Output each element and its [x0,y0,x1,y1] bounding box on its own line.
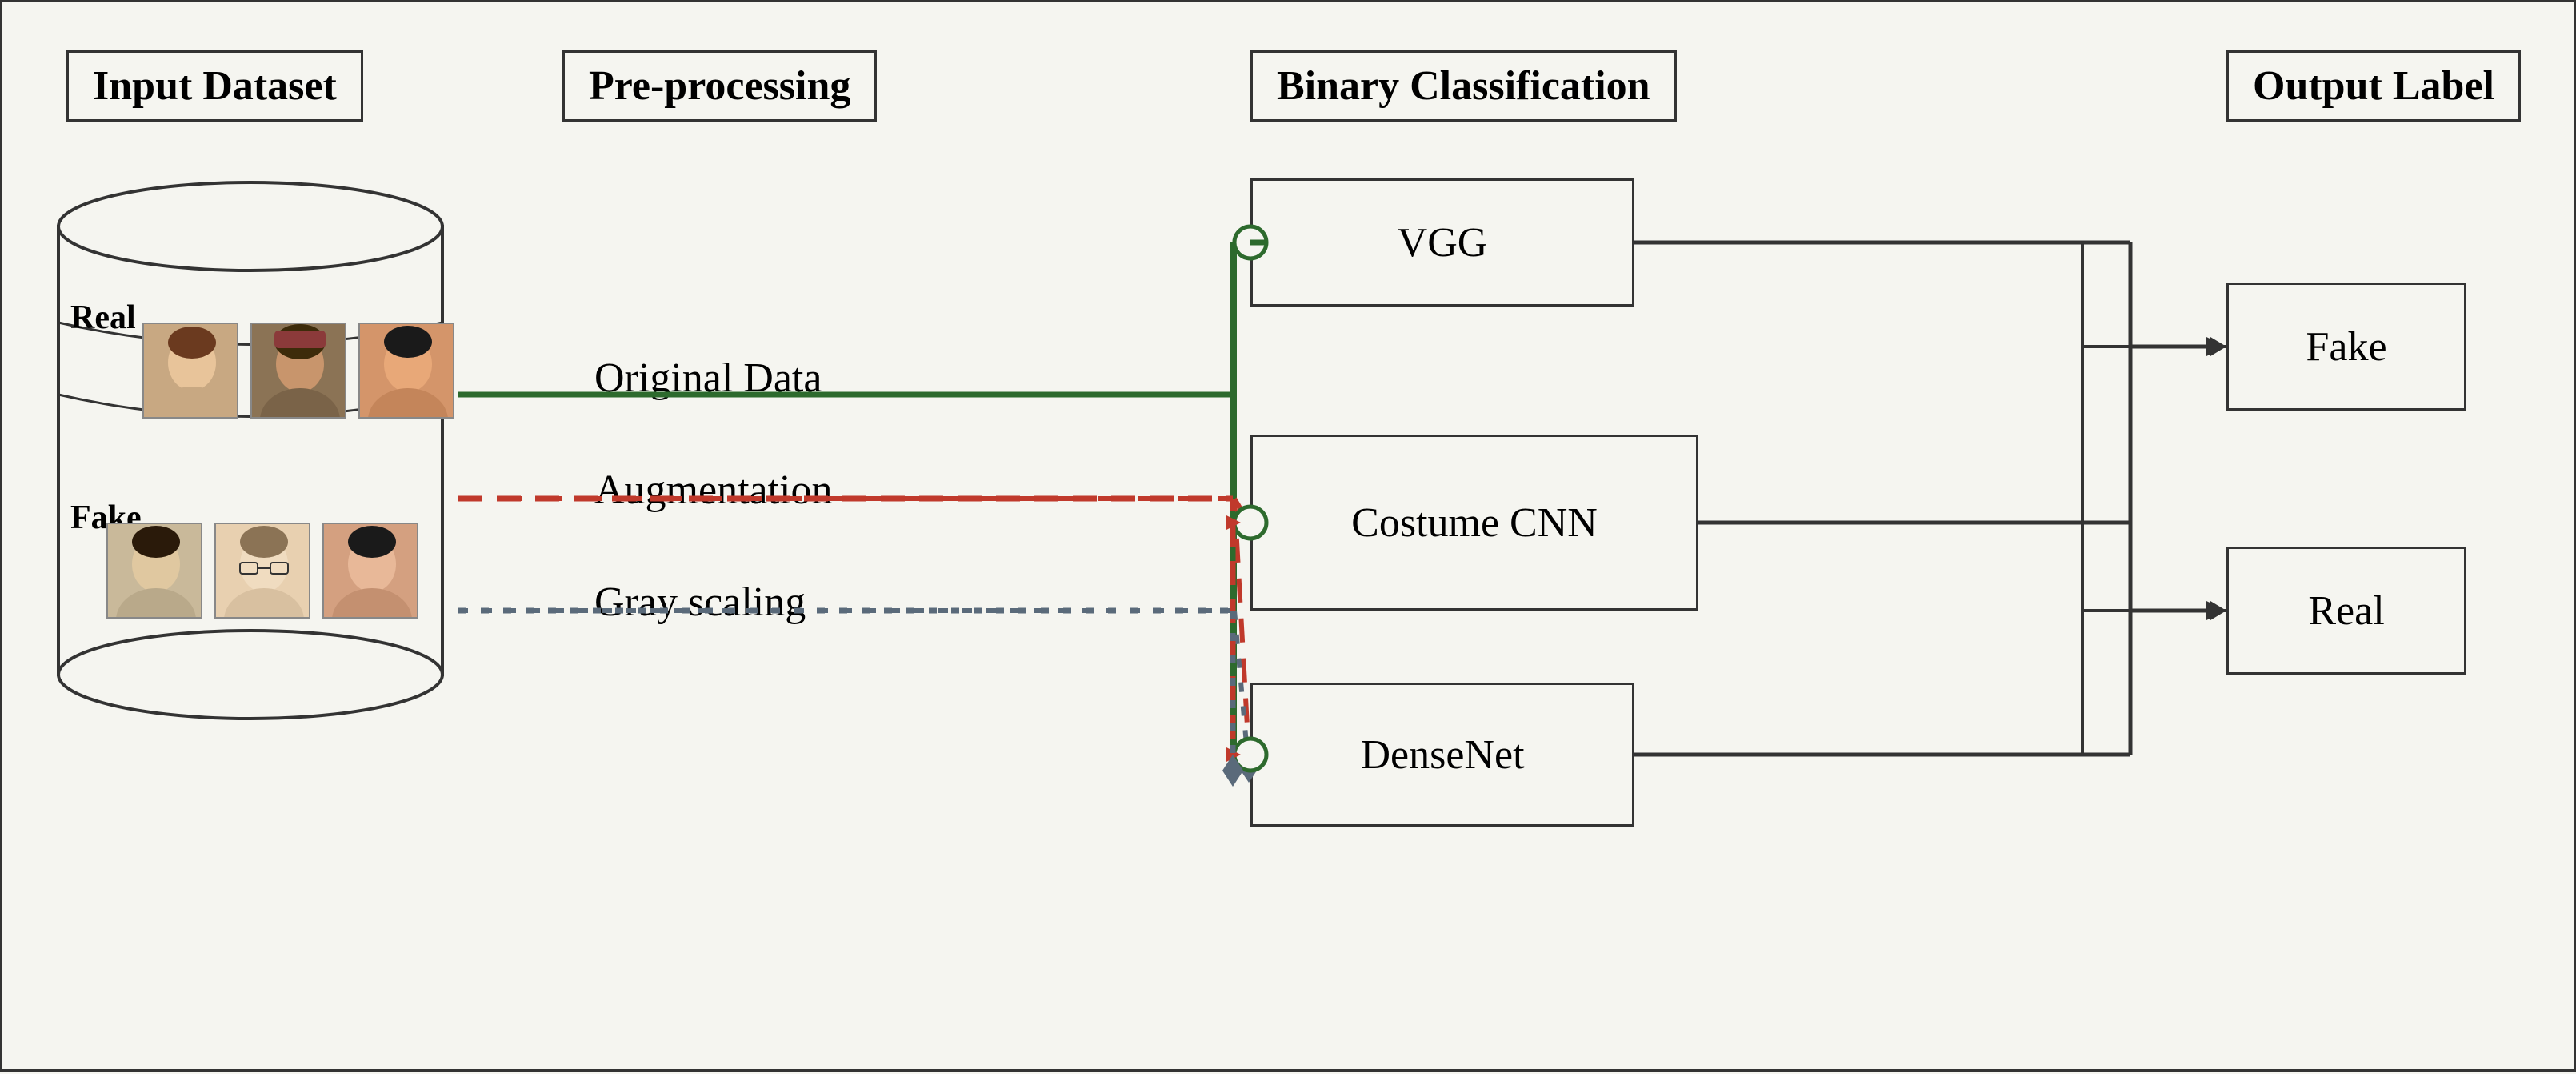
header-preprocessing: Pre-processing [562,50,877,122]
face-fake-3 [322,523,418,619]
face-fake-2 [214,523,310,619]
densenet-box: DenseNet [1250,683,1634,827]
face-real-3 [358,323,454,419]
face-fake-1 [106,523,202,619]
face-real-2 [250,323,346,419]
vgg-box: VGG [1250,178,1634,307]
augmentation-label: Augmentation [594,467,833,514]
face-real-1 [142,323,238,419]
diagram-container: Input Dataset Pre-processing Binary Clas… [0,0,2576,1072]
header-input-dataset: Input Dataset [66,50,363,122]
output-real-box: Real [2226,547,2466,675]
gray-scaling-label: Gray scaling [594,579,806,626]
real-label: Real [70,299,136,337]
costume-cnn-box: Costume CNN [1250,435,1698,611]
database-cylinder [42,162,458,739]
output-fake-box: Fake [2226,283,2466,411]
header-binary-classification: Binary Classification [1250,50,1677,122]
original-data-label: Original Data [594,355,822,402]
header-output-label: Output Label [2226,50,2521,122]
